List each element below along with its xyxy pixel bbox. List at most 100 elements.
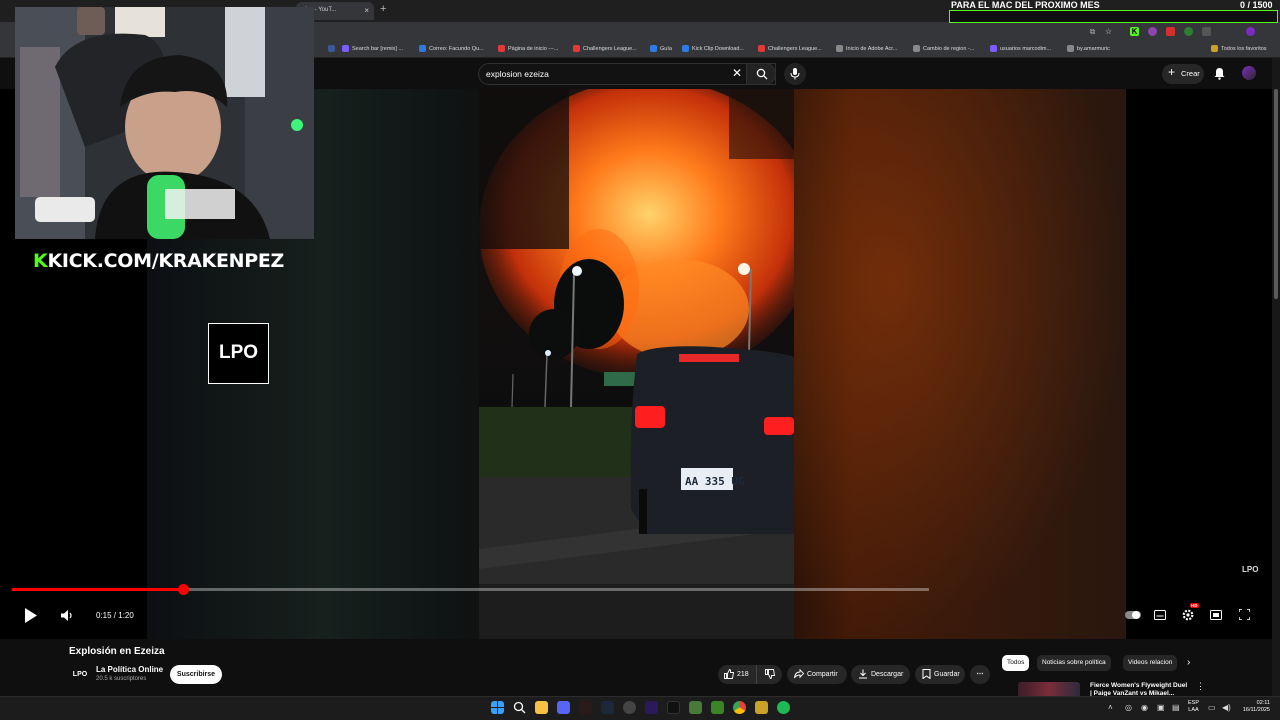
save-label: Guardar	[934, 671, 960, 678]
svg-text:AA 335 UG: AA 335 UG	[685, 475, 745, 488]
extension-icon[interactable]	[1148, 27, 1157, 36]
star-icon[interactable]: ☆	[1104, 27, 1113, 36]
all-bookmarks[interactable]: Todos los favoritos	[1211, 45, 1267, 52]
bookmark-item[interactable]: Search bar [remix] ...	[342, 45, 403, 52]
file-explorer-icon[interactable]	[535, 701, 548, 714]
minecraft-icon[interactable]	[711, 701, 724, 714]
subtitles-icon[interactable]	[1154, 610, 1166, 620]
bookmark-item[interactable]: Kick Clip Download...	[682, 45, 744, 52]
system-clock[interactable]: 02:11 16/11/2025	[1236, 700, 1270, 714]
windows-start-icon[interactable]	[491, 701, 504, 714]
webcam-image	[15, 7, 314, 239]
clear-search-icon[interactable]: ✕	[732, 66, 742, 80]
steam-icon[interactable]	[601, 701, 614, 714]
search-query[interactable]: explosion ezeiza	[486, 69, 549, 79]
microphone-icon	[790, 68, 800, 80]
windows-taskbar	[0, 696, 1280, 720]
app-icon[interactable]	[689, 701, 702, 714]
blurred-glow	[793, 89, 1126, 639]
download-icon	[859, 669, 867, 679]
bookmark-item[interactable]: Correo: Facundo Qu...	[419, 45, 484, 52]
discord-tray-icon[interactable]: ◉	[1141, 703, 1148, 712]
scrollbar-thumb[interactable]	[1274, 89, 1278, 299]
hd-badge: HD	[1190, 603, 1199, 608]
bookmark-item[interactable]: Cambio de region -...	[913, 45, 974, 52]
fullscreen-icon[interactable]	[1239, 609, 1250, 620]
dislike-button[interactable]	[756, 665, 782, 684]
bookmark-item[interactable]: usuarios marcodim...	[990, 45, 1051, 52]
volume-tray-icon[interactable]: ◀)	[1222, 703, 1231, 712]
voice-search-button[interactable]	[784, 63, 806, 85]
chip-politics-news[interactable]: Noticias sobre política	[1037, 655, 1111, 671]
share-icon	[794, 669, 804, 679]
tray-icon[interactable]: ▣	[1157, 703, 1165, 712]
chip-related-videos[interactable]: Videos relacion	[1123, 655, 1177, 671]
app-icon[interactable]	[755, 701, 768, 714]
chrome-icon[interactable]	[733, 701, 746, 714]
bookmark-icon	[922, 669, 931, 679]
streamer-webcam	[15, 7, 314, 239]
settings-gear-icon[interactable]	[1182, 609, 1194, 621]
account-avatar[interactable]	[1242, 66, 1256, 80]
theater-mode-icon[interactable]	[1210, 610, 1222, 620]
play-icon[interactable]	[24, 608, 38, 623]
adobe-extension-icon[interactable]	[1166, 27, 1175, 36]
save-button[interactable]: Guardar	[915, 665, 965, 684]
close-tab-icon[interactable]: ×	[364, 6, 369, 15]
new-tab-icon[interactable]: +	[380, 3, 386, 15]
thumbs-down-icon	[765, 669, 775, 679]
more-options-icon[interactable]: ⋮	[1196, 681, 1205, 692]
language-indicator[interactable]: ESP LAA	[1188, 700, 1199, 714]
cast-icon[interactable]: ⧉	[1088, 27, 1097, 36]
channel-avatar[interactable]: LPO	[69, 664, 91, 686]
subscribe-button[interactable]: Suscribirse	[170, 665, 222, 684]
extension-icon[interactable]	[1184, 27, 1193, 36]
profile-icon[interactable]	[1246, 27, 1255, 36]
bookmark-item[interactable]: Página de inicio ---...	[498, 45, 558, 52]
search-icon[interactable]	[513, 701, 526, 714]
channel-name[interactable]: La Política Online	[96, 665, 163, 674]
tray-icon[interactable]: ◎	[1125, 703, 1132, 712]
like-button[interactable]: 218	[718, 665, 756, 684]
create-label: Crear	[1181, 69, 1200, 78]
search-button[interactable]	[746, 63, 776, 85]
bookmark-item[interactable]	[328, 45, 338, 52]
tiktok-icon[interactable]	[667, 701, 680, 714]
plus-icon: +	[1168, 65, 1176, 79]
extensions-puzzle-icon[interactable]	[1202, 27, 1211, 36]
progress-bar[interactable]	[12, 584, 929, 595]
lpo-logo: LPO	[208, 323, 269, 384]
download-label: Descargar	[871, 671, 904, 678]
like-count: 218	[737, 671, 749, 678]
bookmark-item[interactable]: Challengers League...	[758, 45, 822, 52]
subscriber-count: 20.5 k suscriptores	[96, 676, 147, 682]
tray-icon[interactable]: ▤	[1172, 703, 1180, 712]
more-actions-button[interactable]: ⋯	[970, 665, 990, 684]
bookmark-item[interactable]: Guía	[650, 45, 672, 52]
goal-progress-bar	[949, 10, 1278, 23]
bookmark-item[interactable]: Inicio de Adobe Acr...	[836, 45, 897, 52]
video-frame: AA 335 UG	[479, 89, 794, 639]
spotify-icon[interactable]	[777, 701, 790, 714]
download-button[interactable]: Descargar	[851, 665, 910, 684]
chip-all[interactable]: Todos	[1002, 655, 1030, 671]
chevron-right-icon[interactable]: ›	[1187, 657, 1190, 668]
notifications-bell-icon[interactable]	[1214, 67, 1225, 80]
kick-extension-icon[interactable]: K	[1130, 27, 1139, 36]
goal-title: PARA EL MAC DEL PROXIMO MES	[951, 0, 1100, 10]
autoplay-toggle[interactable]	[1125, 611, 1141, 619]
chevron-up-icon[interactable]: ˄	[1108, 703, 1113, 712]
obs-icon[interactable]	[623, 701, 636, 714]
app-icon[interactable]	[579, 701, 592, 714]
bookmark-item[interactable]: Challengers League...	[573, 45, 637, 52]
premiere-icon[interactable]	[645, 701, 658, 714]
volume-icon[interactable]	[61, 610, 73, 621]
channel-watermark[interactable]: LPO	[1242, 565, 1258, 574]
share-button[interactable]: Compartir	[787, 665, 847, 684]
discord-icon[interactable]	[557, 701, 570, 714]
thumbs-up-icon	[724, 669, 734, 679]
kick-channel-url: KKICK.COM/KRAKENPEZ	[33, 250, 284, 272]
network-icon[interactable]: ▭	[1208, 703, 1216, 712]
bookmark-item[interactable]: by.amarmuric	[1067, 45, 1110, 52]
kick-url-text: KICK.COM/KRAKENPEZ	[47, 250, 285, 272]
